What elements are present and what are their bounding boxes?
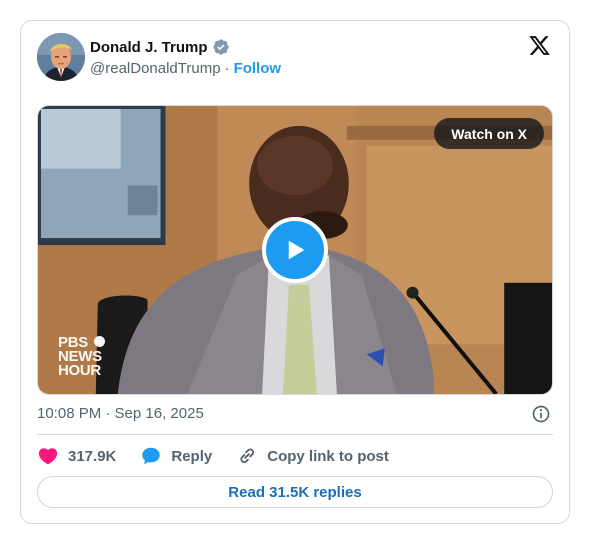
copy-link-label: Copy link to post <box>267 447 389 465</box>
embedded-post-card: Donald J. Trump @realDonaldTrump · Follo… <box>20 20 570 524</box>
copy-link-button[interactable]: Copy link to post <box>236 445 389 467</box>
video-player[interactable]: Watch on X PBS NEWS HOUR <box>37 105 553 395</box>
like-button[interactable]: 317.9K <box>37 445 116 467</box>
author-handle[interactable]: @realDonaldTrump <box>90 60 221 77</box>
pbs-newshour-logo: PBS NEWS HOUR <box>58 335 105 379</box>
like-count: 317.9K <box>68 447 117 465</box>
play-button[interactable] <box>262 217 328 283</box>
reply-button[interactable]: Reply <box>140 445 212 467</box>
author-handle-row: @realDonaldTrump · Follow <box>90 60 281 77</box>
info-icon[interactable] <box>531 404 551 424</box>
pbs-head-icon <box>94 336 105 347</box>
handle-separator: · <box>224 60 230 77</box>
post-timestamp[interactable]: 10:08 PM · Sep 16, 2025 <box>37 405 204 422</box>
author-name[interactable]: Donald J. Trump <box>90 38 230 56</box>
x-logo-icon[interactable] <box>528 34 551 57</box>
author-avatar[interactable] <box>37 33 85 81</box>
post-actions: 317.9K Reply Copy link to post <box>37 445 413 467</box>
link-icon <box>240 448 255 464</box>
read-replies-button[interactable]: Read 31.5K replies <box>37 476 553 508</box>
verified-badge-icon <box>212 39 229 55</box>
author-name-text[interactable]: Donald J. Trump <box>90 39 208 56</box>
reply-bubble-icon <box>142 447 161 465</box>
pbs-logo-line-3: HOUR <box>58 362 101 379</box>
follow-button[interactable]: Follow <box>234 60 282 77</box>
play-icon <box>288 240 305 260</box>
reply-label: Reply <box>171 447 213 465</box>
avatar-image <box>37 33 85 81</box>
watch-on-x-button[interactable]: Watch on X <box>434 118 544 149</box>
divider <box>37 434 553 435</box>
heart-icon <box>38 448 58 465</box>
